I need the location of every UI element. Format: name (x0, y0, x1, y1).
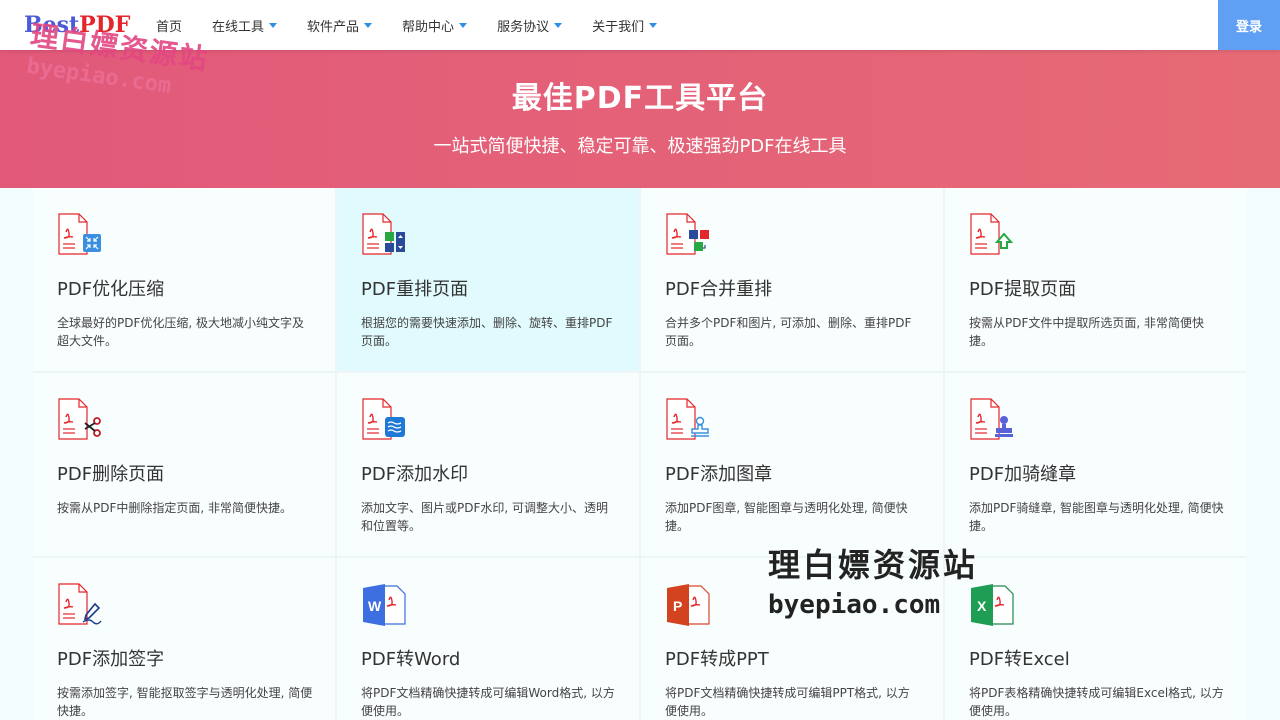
tool-title: PDF加骑缝章 (969, 464, 1077, 485)
pdf-stamp-icon (666, 398, 709, 440)
tool-desc: 全球最好的PDF优化压缩, 极大地减小纯文字及超大文件。 (57, 316, 305, 348)
tool-title: PDF添加图章 (665, 464, 773, 485)
tool-desc: 按需从PDF中删除指定页面, 非常简便快捷。 (57, 501, 293, 515)
tool-desc: 将PDF表格精确快捷转成可编辑Excel格式, 以方便使用。 (969, 686, 1224, 718)
nav-online-tools[interactable]: 在线工具 (212, 16, 278, 35)
pdf-to-word-icon: W (363, 584, 406, 626)
tool-card-extract[interactable]: PDF提取页面 按需从PDF文件中提取所选页面, 非常简便快捷。 (945, 188, 1247, 371)
hero-title: 最佳PDF工具平台 (511, 81, 769, 116)
chevron-down-icon (269, 22, 278, 28)
pdf-to-ppt-icon: P (667, 584, 710, 626)
tool-desc: 合并多个PDF和图片, 可添加、删除、重排PDF页面。 (665, 316, 912, 348)
tool-card-merge[interactable]: PDF合并重排 合并多个PDF和图片, 可添加、删除、重排PDF页面。 (641, 188, 943, 371)
tool-card-to-excel[interactable]: X PDF转Excel 将PDF表格精确快捷转成可编辑Excel格式, 以方便使… (945, 558, 1247, 720)
tool-title: PDF转Excel (969, 649, 1070, 670)
tool-title: PDF添加水印 (361, 464, 469, 485)
tool-title: PDF优化压缩 (57, 279, 165, 300)
tool-desc: 添加PDF骑缝章, 智能图章与透明化处理, 简便快捷。 (969, 501, 1224, 533)
main-nav: 首页 在线工具 软件产品 帮助中心 服务协议 关于我们 (156, 0, 687, 50)
tool-title: PDF转成PPT (665, 649, 769, 670)
hero-subtitle: 一站式简便快捷、稳定可靠、极速强劲PDF在线工具 (433, 136, 847, 157)
chevron-down-icon (364, 22, 373, 28)
pdf-reorder-icon (362, 213, 405, 255)
pdf-merge-icon (666, 213, 709, 255)
tool-card-sign[interactable]: PDF添加签字 按需添加签字, 智能抠取签字与透明化处理, 简便快捷。 (33, 558, 335, 720)
nav-about[interactable]: 关于我们 (592, 16, 658, 35)
tool-desc: 将PDF文档精确快捷转成可编辑PPT格式, 以方便使用。 (665, 686, 910, 718)
nav-help-label: 帮助中心 (402, 19, 455, 35)
tool-grid: PDF优化压缩 全球最好的PDF优化压缩, 极大地减小纯文字及超大文件。 PDF… (33, 188, 1247, 720)
tool-desc: 将PDF文档精确快捷转成可编辑Word格式, 以方便使用。 (361, 686, 615, 718)
nav-terms[interactable]: 服务协议 (497, 16, 563, 35)
tool-desc: 添加PDF图章, 智能图章与透明化处理, 简便快捷。 (665, 501, 908, 533)
chevron-down-icon (649, 22, 658, 28)
tool-card-reorder[interactable]: PDF重排页面 根据您的需要快速添加、删除、旋转、重排PDF页面。 (337, 188, 639, 371)
nav-terms-label: 服务协议 (497, 19, 550, 35)
tool-title: PDF转Word (361, 649, 461, 670)
pdf-delete-icon (58, 398, 101, 440)
nav-online-tools-label: 在线工具 (212, 19, 265, 35)
tool-desc: 按需从PDF文件中提取所选页面, 非常简便快捷。 (969, 316, 1205, 348)
nav-software[interactable]: 软件产品 (307, 16, 373, 35)
tool-desc: 根据您的需要快速添加、删除、旋转、重排PDF页面。 (361, 316, 613, 348)
pdf-compress-icon (58, 213, 101, 255)
pdf-watermark-icon (362, 398, 405, 440)
tool-title: PDF提取页面 (969, 279, 1077, 300)
chevron-down-icon (459, 22, 468, 28)
svg-text:X: X (977, 598, 987, 614)
tool-card-seal[interactable]: PDF加骑缝章 添加PDF骑缝章, 智能图章与透明化处理, 简便快捷。 (945, 373, 1247, 556)
tool-title: PDF合并重排 (665, 279, 773, 300)
nav-software-label: 软件产品 (307, 19, 360, 35)
tool-card-to-word[interactable]: W PDF转Word 将PDF文档精确快捷转成可编辑Word格式, 以方便使用。 (337, 558, 639, 720)
tool-desc: 添加文字、图片或PDF水印, 可调整大小、透明和位置等。 (361, 501, 609, 533)
watermark-en: byepiao.com (768, 590, 941, 620)
nav-about-label: 关于我们 (592, 19, 645, 35)
svg-text:W: W (368, 598, 382, 614)
pdf-sign-icon (58, 583, 102, 625)
tool-desc: 按需添加签字, 智能抠取签字与透明化处理, 简便快捷。 (57, 686, 313, 718)
tool-card-watermark[interactable]: PDF添加水印 添加文字、图片或PDF水印, 可调整大小、透明和位置等。 (337, 373, 639, 556)
pdf-to-excel-icon: X (971, 584, 1014, 626)
chevron-down-icon (554, 22, 563, 28)
pdf-seal-icon (970, 398, 1013, 440)
pdf-extract-icon (970, 213, 1014, 255)
login-button[interactable]: 登录 (1218, 0, 1280, 50)
tool-title: PDF重排页面 (361, 279, 469, 300)
tool-card-compress[interactable]: PDF优化压缩 全球最好的PDF优化压缩, 极大地减小纯文字及超大文件。 (33, 188, 335, 371)
tool-card-stamp[interactable]: PDF添加图章 添加PDF图章, 智能图章与透明化处理, 简便快捷。 (641, 373, 943, 556)
tool-title: PDF添加签字 (57, 649, 165, 670)
nav-help[interactable]: 帮助中心 (402, 16, 468, 35)
watermark-cn: 理白嫖资源站 (768, 546, 979, 584)
svg-text:P: P (673, 598, 682, 614)
tool-title: PDF删除页面 (57, 464, 165, 485)
tool-card-delete[interactable]: PDF删除页面 按需从PDF中删除指定页面, 非常简便快捷。 (33, 373, 335, 556)
